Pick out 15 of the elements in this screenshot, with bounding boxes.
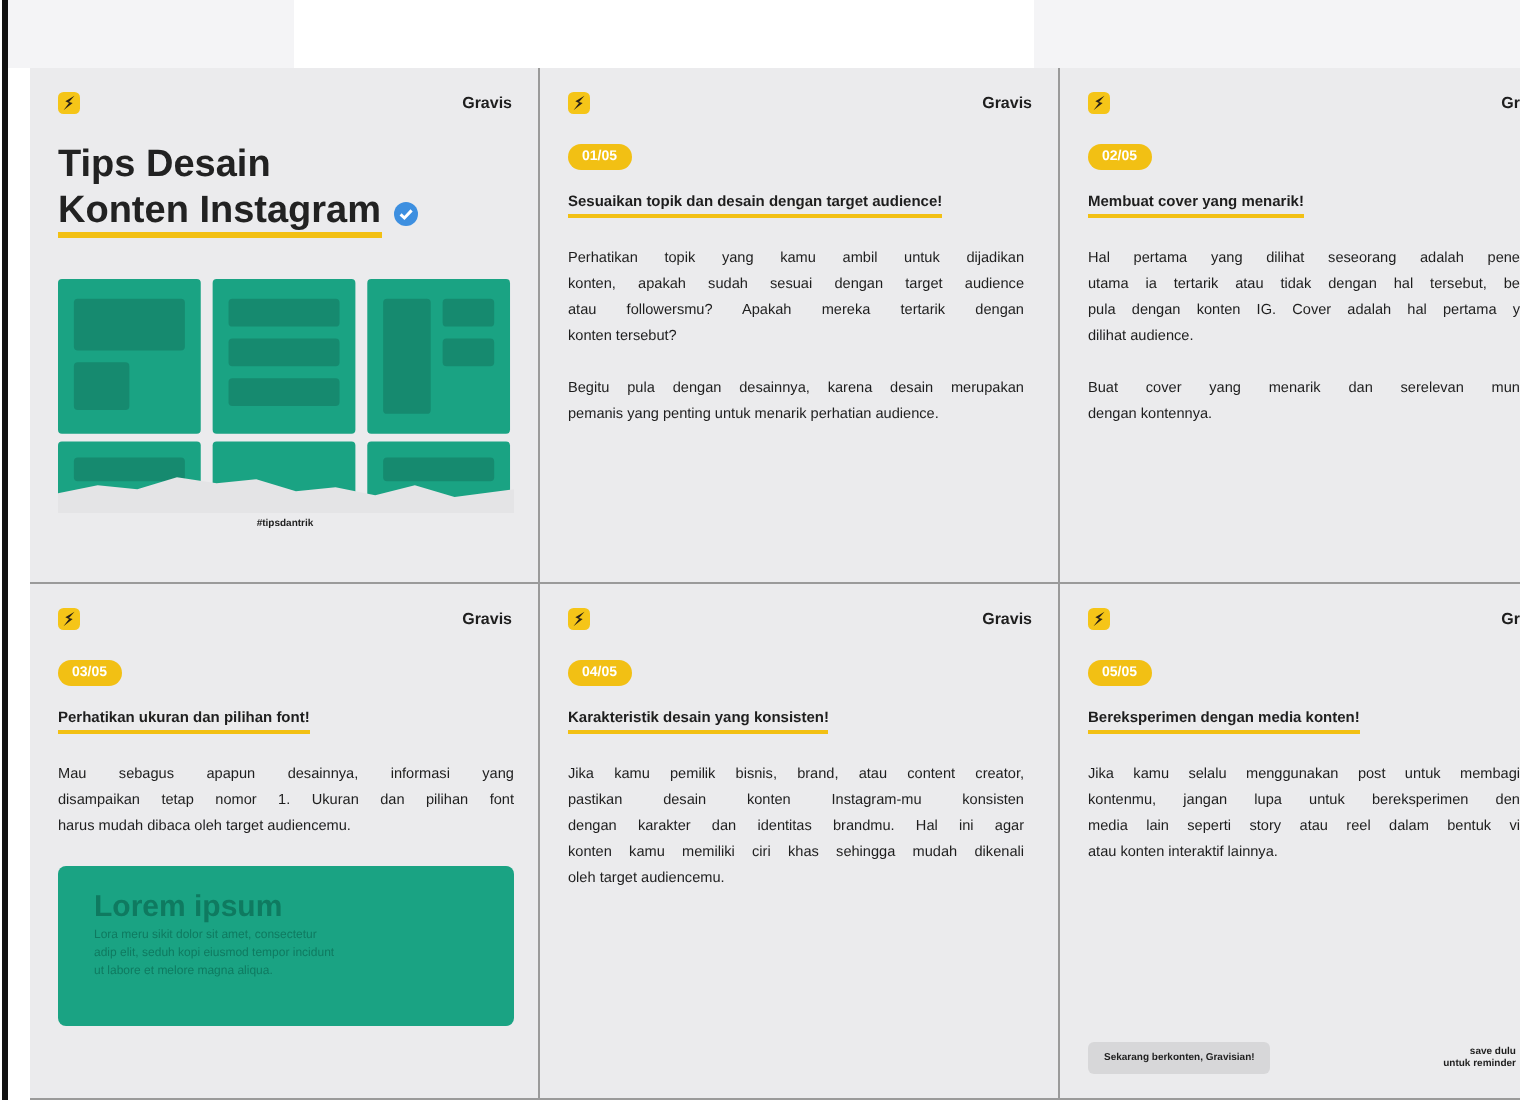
brand-name: Gravis (982, 610, 1032, 628)
bolt-logo-icon (1088, 92, 1110, 114)
brand-name: Gravis (462, 610, 512, 628)
bolt-logo-icon (58, 608, 80, 630)
bolt-logo-icon (1088, 608, 1110, 630)
bolt-logo-icon (568, 608, 590, 630)
brand-name: Gr (1501, 610, 1520, 628)
verified-badge-icon (393, 202, 418, 226)
brand-name: Gravis (982, 94, 1032, 112)
cover-title: Konten Instagram (58, 190, 382, 238)
brand-name: Gravis (462, 94, 512, 112)
brand-name: Gr (1501, 94, 1520, 112)
bolt-logo-icon (58, 92, 80, 114)
bolt-logo-icon (568, 92, 590, 114)
cover-title: Tips Desain (58, 142, 273, 190)
